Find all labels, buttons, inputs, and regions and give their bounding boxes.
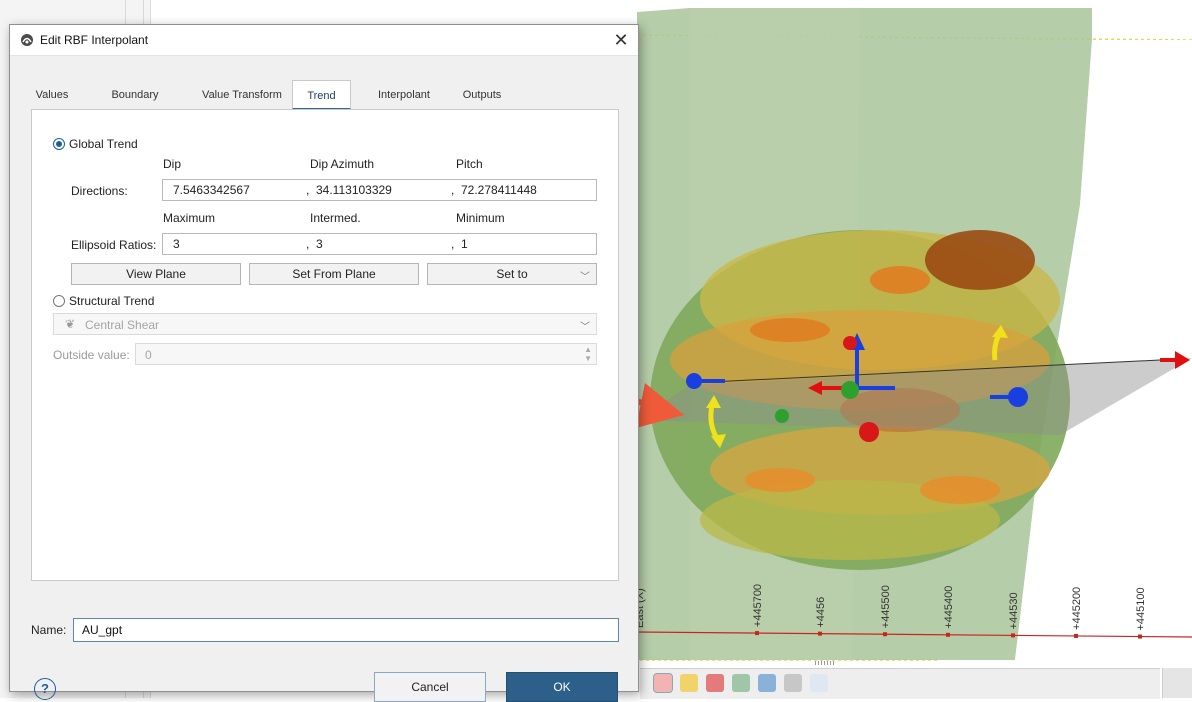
box-view-icon[interactable] <box>653 673 673 693</box>
slice-tool-icon[interactable] <box>810 674 828 692</box>
ellipsoid-ratios-field[interactable]: 3 , 3 , 1 <box>162 233 597 255</box>
spinner-arrows-icon: ▲ ▼ <box>584 345 592 363</box>
name-label: Name: <box>31 623 67 637</box>
dip-value[interactable]: 7.5463342567 <box>173 183 250 197</box>
separator: , <box>306 183 310 197</box>
minimum-header: Minimum <box>456 211 505 225</box>
axis-tick-label: +4456 <box>815 597 827 628</box>
dip-azimuth-header: Dip Azimuth <box>310 157 375 171</box>
structural-combo-value: Central Shear <box>85 318 160 332</box>
name-value: AU_gpt <box>82 623 123 637</box>
rbf-interpolant-icon <box>21 34 33 46</box>
axis-tick-label: +445200 <box>1071 587 1083 630</box>
trend-panel: Global Trend Dip Dip Azimuth Pitch Direc… <box>31 109 619 581</box>
ellipsoid-ratios-label: Ellipsoid Ratios: <box>71 238 157 252</box>
blue-layers-icon[interactable] <box>758 674 776 692</box>
axis-tick-mark <box>1074 633 1078 638</box>
axis-tick-label: +445500 <box>880 585 892 628</box>
tab-values[interactable]: Values <box>31 80 73 108</box>
close-button[interactable]: ✕ <box>610 29 632 51</box>
set-to-label: Set to <box>496 267 528 281</box>
structural-trend-radio[interactable] <box>53 295 65 307</box>
outside-value: 0 <box>145 348 152 362</box>
axis-tick-label: +44530 <box>1008 592 1020 629</box>
pitch-value[interactable]: 72.278411448 <box>461 183 537 197</box>
dialog-title: Edit RBF Interpolant <box>40 33 149 47</box>
panel-resize-grip[interactable] <box>815 661 835 665</box>
chevron-down-icon: ﹀ <box>580 322 590 333</box>
structural-trend-combo[interactable]: ❦ Central Shear ﹀ <box>53 313 597 335</box>
intermediate-header: Intermed. <box>310 211 361 225</box>
scene-toolbar <box>640 668 1160 699</box>
side-panel-strip <box>1162 668 1192 698</box>
pitch-header: Pitch <box>456 157 483 171</box>
intermediate-value[interactable]: 3 <box>316 237 323 251</box>
maximum-value[interactable]: 3 <box>173 237 180 251</box>
set-to-button[interactable]: Set to ﹀ <box>427 263 597 285</box>
set-from-plane-button[interactable]: Set From Plane <box>249 263 419 285</box>
red-box-icon[interactable] <box>706 674 724 692</box>
axis-tick-label: +445400 <box>943 586 955 629</box>
axis-tick-mark <box>1138 634 1142 639</box>
axis-tick-mark <box>883 632 887 637</box>
directions-field[interactable]: 7.5463342567 , 34.113103329 , 72.2784114… <box>162 179 597 201</box>
axis-tick-mark <box>946 632 950 637</box>
tab-interpolant[interactable]: Interpolant <box>361 80 447 108</box>
dip-header: Dip <box>163 157 182 171</box>
tab-value-transform[interactable]: Value Transform <box>181 80 303 108</box>
global-trend-radio[interactable] <box>53 138 65 150</box>
green-box-icon[interactable] <box>732 674 750 692</box>
axis-tick-mark <box>755 631 759 636</box>
help-button[interactable]: ? <box>34 678 56 700</box>
separator: , <box>451 237 455 251</box>
separator: , <box>451 183 455 197</box>
close-icon: ✕ <box>613 30 629 50</box>
tab-boundary[interactable]: Boundary <box>85 80 185 108</box>
tab-outputs[interactable]: Outputs <box>449 80 515 108</box>
structural-trend-label: Structural Trend <box>69 294 155 308</box>
separator: , <box>306 237 310 251</box>
axis-tick-label: +445100 <box>1135 587 1147 630</box>
directions-label: Directions: <box>71 184 128 198</box>
structural-trend-icon: ❦ <box>65 317 76 331</box>
view-plane-button[interactable]: View Plane <box>71 263 241 285</box>
global-trend-label: Global Trend <box>69 137 138 151</box>
chevron-down-icon: ﹀ <box>580 272 590 283</box>
edit-rbf-interpolant-dialog: Edit RBF Interpolant ✕ Values Boundary V… <box>9 24 639 702</box>
outside-value-spinner[interactable]: 0 ▲ ▼ <box>135 343 597 365</box>
tab-trend[interactable]: Trend <box>292 80 351 110</box>
maximum-header: Maximum <box>163 211 216 225</box>
dialog-body: Values Boundary Value Transform Trend In… <box>10 56 638 702</box>
axis-tick-mark <box>818 631 822 636</box>
yellow-box-icon[interactable] <box>680 674 698 692</box>
axis-tick-mark <box>1011 633 1015 638</box>
axis-tick-label: +445700 <box>752 584 764 627</box>
dip-azimuth-value[interactable]: 34.113103329 <box>316 183 392 197</box>
name-input[interactable]: AU_gpt <box>73 618 619 642</box>
dialog-titlebar[interactable]: Edit RBF Interpolant ✕ <box>10 25 638 56</box>
outside-value-label: Outside value: <box>53 348 130 362</box>
help-icon: ? <box>41 681 49 696</box>
minimum-value[interactable]: 1 <box>461 237 468 251</box>
lock-icon[interactable] <box>784 674 802 692</box>
